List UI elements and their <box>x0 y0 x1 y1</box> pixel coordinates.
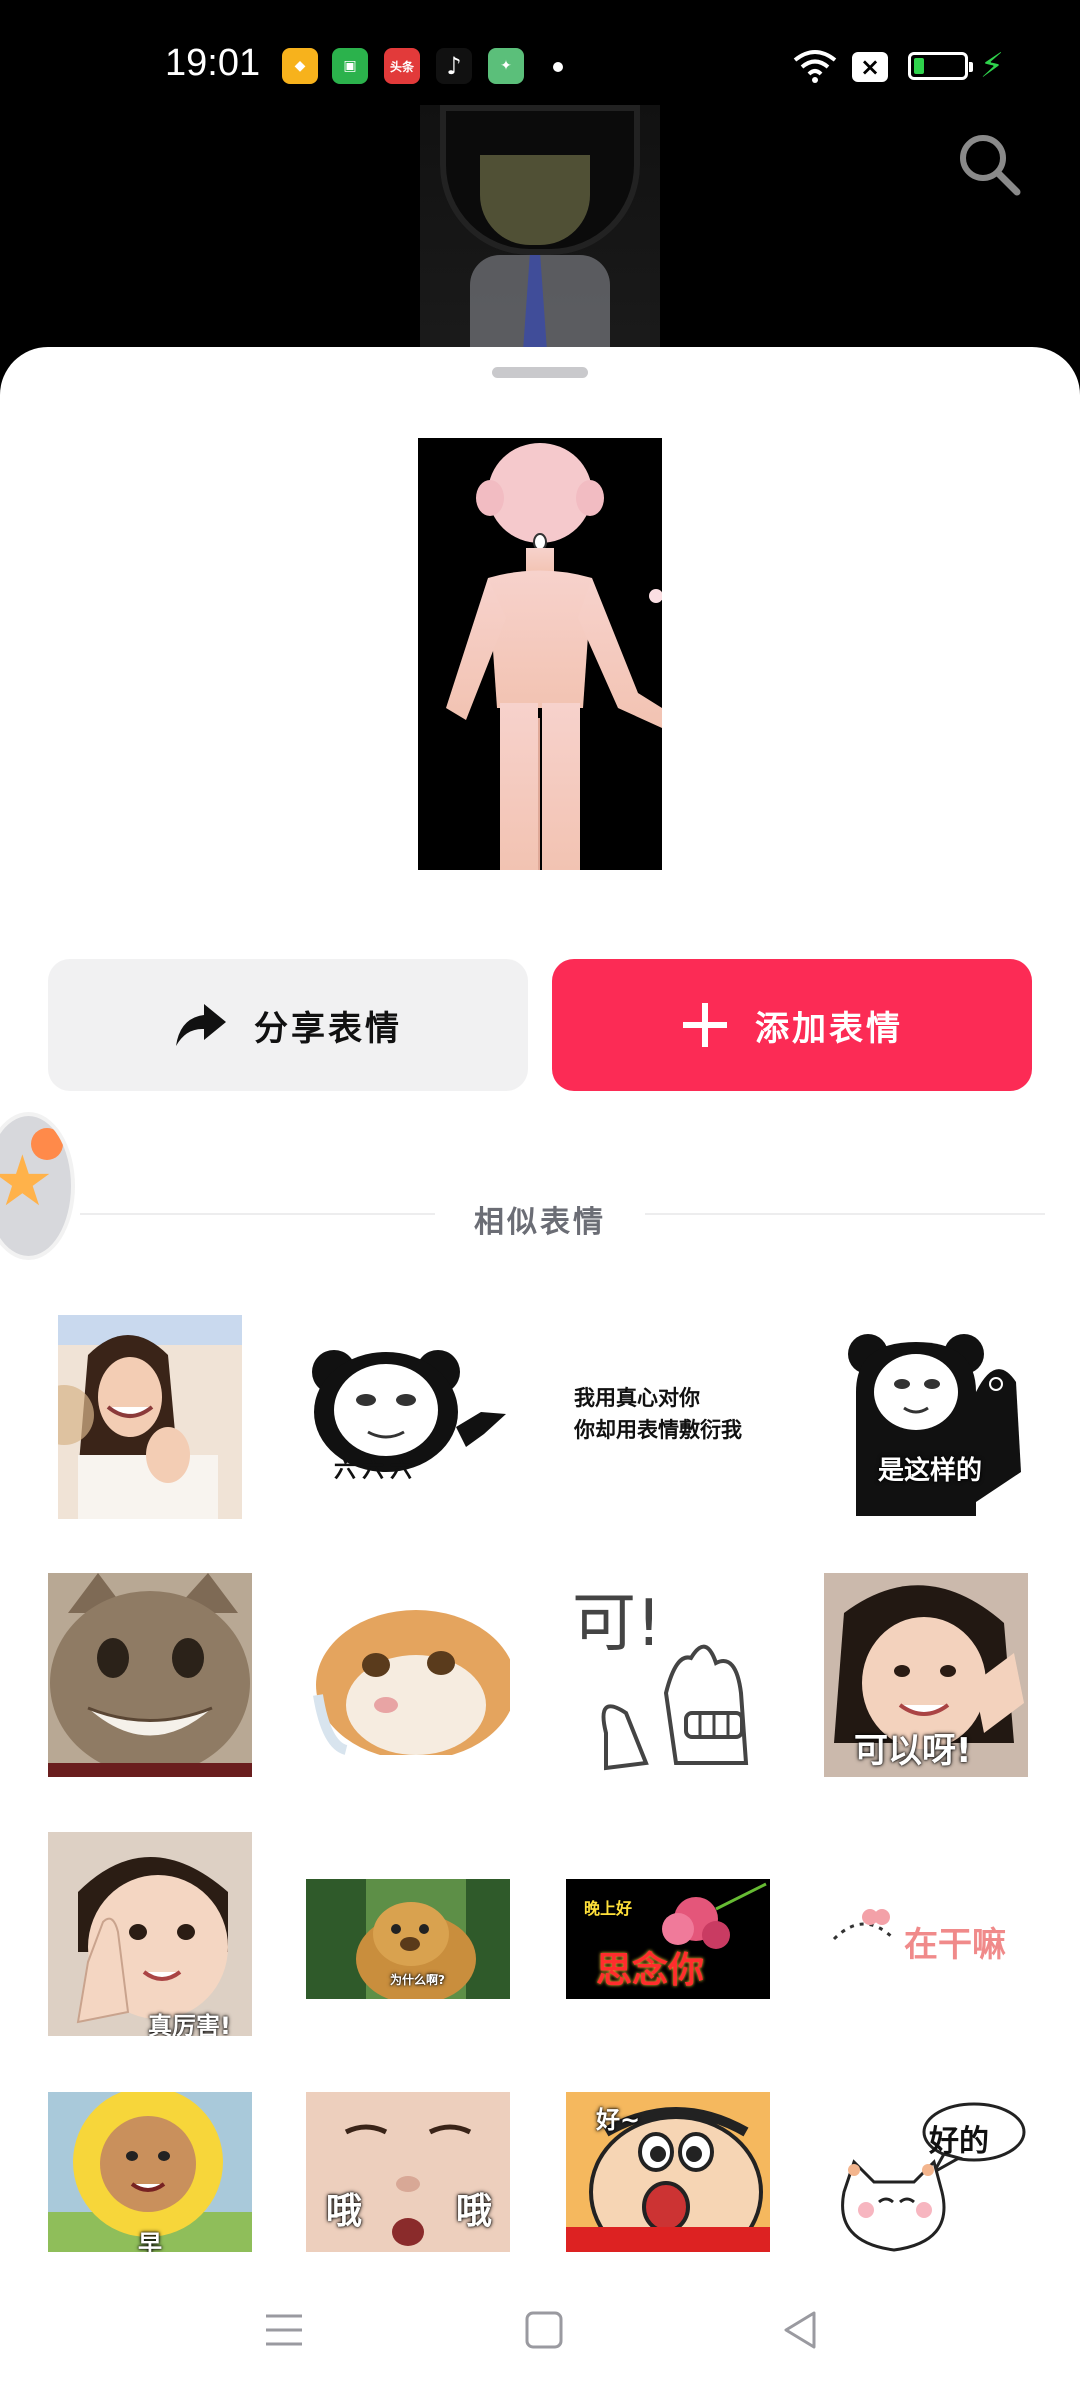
sticker-sun-baby[interactable]: 早 <box>48 2092 252 2252</box>
toutiao-app-icon: 头条 <box>384 48 420 84</box>
drag-handle[interactable] <box>492 367 588 378</box>
menu-icon[interactable] <box>264 2310 304 2350</box>
svg-text:可!: 可! <box>572 1587 662 1661</box>
wifi-icon <box>793 50 837 83</box>
sticker-cat-haode[interactable]: 好的 <box>824 2092 1028 2252</box>
share-sticker-button[interactable]: 分享表情 <box>48 959 528 1091</box>
search-icon[interactable] <box>955 130 1025 200</box>
sticker-ke-rabbit[interactable]: 可! <box>566 1573 770 1777</box>
sticker-text-heart[interactable]: 我用真心对你 你却用表情敷衍我 <box>566 1342 770 1492</box>
sticker-baby-oh[interactable]: 哦 哦 <box>306 2092 510 2252</box>
status-bar: 19:01 ◆ ▣ 头条 ♪ ✦ × ⚡ <box>0 0 1080 105</box>
game-app-icon: ✦ <box>488 48 524 84</box>
status-time: 19:01 <box>165 42 261 84</box>
sticker-detail-sheet: 分享表情 添加表情 ★ 相似表情 <box>0 347 1080 2400</box>
doll-figure-image <box>446 443 662 870</box>
plus-icon <box>683 1003 727 1047</box>
notification-dot <box>553 62 563 72</box>
sticker-panda-666[interactable]: 六六六 <box>306 1342 510 1492</box>
sticker-girl-keyiya[interactable]: 可以呀! <box>824 1573 1028 1777</box>
sticker-panda-thumb[interactable]: 是这样的 <box>846 1332 1030 1516</box>
sticker-kid-thumb[interactable]: 真厉害! <box>48 1832 252 2036</box>
sim-blocked-icon: × <box>852 52 888 82</box>
similar-stickers-title: 相似表情 <box>474 1205 606 1240</box>
charging-icon: ⚡ <box>980 46 1004 86</box>
tiktok-app-icon: ♪ <box>436 48 472 84</box>
sticker-grinning-cat[interactable] <box>48 1573 252 1777</box>
system-navigation-bar <box>0 2270 1080 2400</box>
sticker-shinchan[interactable]: 好~ <box>566 2092 770 2252</box>
add-sticker-button[interactable]: 添加表情 <box>552 959 1032 1091</box>
shopping-bag-app-icon: ▣ <box>332 48 368 84</box>
home-icon[interactable] <box>524 2310 564 2350</box>
sticker-evening-flowers[interactable]: 晚上好 思念你 <box>566 1879 770 1999</box>
sticker-preview <box>418 438 662 870</box>
back-icon[interactable] <box>780 2310 820 2350</box>
sticker-cat-zaiganma[interactable]: 在干嘛 <box>824 1879 1028 1999</box>
share-sticker-label: 分享表情 <box>254 1008 402 1049</box>
battery-icon <box>908 52 973 80</box>
background-image <box>0 105 1080 365</box>
sticker-crying-cat[interactable] <box>306 1605 510 1755</box>
sticker-smiling-woman[interactable] <box>58 1315 242 1519</box>
share-arrow-icon <box>176 1004 226 1046</box>
sticker-bear[interactable]: 为什么啊? <box>306 1879 510 1999</box>
diamond-app-icon: ◆ <box>282 48 318 84</box>
add-sticker-label: 添加表情 <box>755 1008 903 1049</box>
